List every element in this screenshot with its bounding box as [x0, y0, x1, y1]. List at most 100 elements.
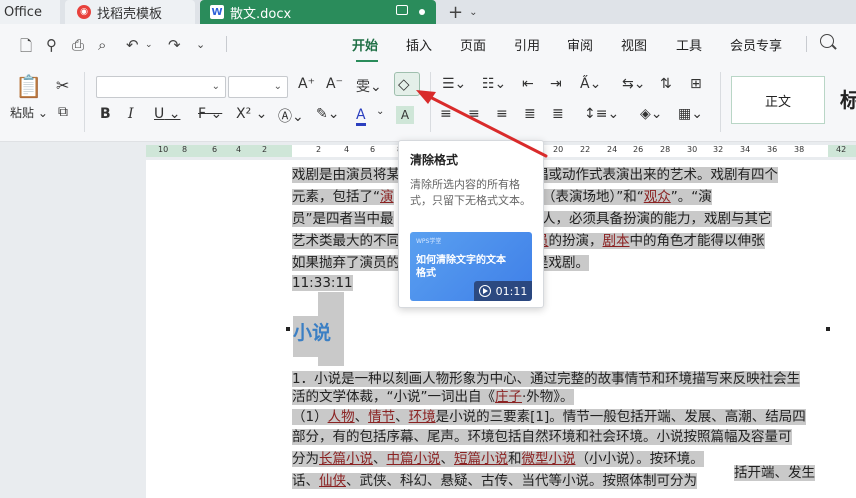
paste-icon[interactable]: 📋 [14, 74, 44, 100]
cut-icon[interactable]: ✂ [56, 76, 69, 95]
menu-insert[interactable]: 插入 [406, 24, 432, 64]
justify-icon[interactable]: ≣ [524, 106, 536, 122]
redo-icon[interactable]: ↷ [168, 36, 181, 54]
doc-para-3[interactable]: 部分，有的包括序幕、尾声。环境包括自然环境和社会环境。小说按照篇幅及容量可 [292, 426, 792, 448]
show-marks-icon[interactable]: ⊞ [690, 76, 702, 92]
ruler-tick-label: 6 [370, 145, 376, 154]
ruler-tick-label: 42 [836, 145, 847, 154]
chevron-down-icon[interactable]: ⌄ [376, 106, 384, 117]
selection-handle[interactable] [826, 327, 830, 331]
text-effect-icon[interactable]: Ⓐ⌄ [278, 106, 304, 126]
text-link: 观众 [643, 189, 671, 205]
doc-para-4[interactable]: 分为长篇小说、中篇小说、短篇小说和微型小说（小小说）。按环境。 [292, 448, 704, 470]
phonetic-guide-icon[interactable]: 雯⌄ [356, 76, 382, 96]
heading-novel[interactable]: 小说 [293, 316, 336, 357]
video-duration-badge: 01:11 [474, 281, 532, 301]
ruler-tick-label: 32 [713, 145, 724, 154]
tutorial-video-thumbnail[interactable]: WPS学堂 如何清除文字的文本格式 01:11 [410, 232, 532, 301]
menu-member[interactable]: 会员专享 [730, 24, 782, 64]
bold-button[interactable]: B [100, 106, 111, 122]
text-run: ”。“演 [670, 189, 712, 205]
ribbon: 📋 粘贴 ⌄ ✂ ⧉ ⌄ ⌄ A⁺ A⁻ 雯⌄ ◇ B I U ⌄ F ⌄ X²… [0, 64, 856, 142]
chevron-down-icon[interactable]: ⌄ [469, 7, 477, 18]
border-icon[interactable]: ▦⌄ [678, 106, 703, 122]
char-shading-icon[interactable]: A [396, 106, 414, 124]
decrease-font-icon[interactable]: A⁻ [326, 76, 343, 92]
align-left-icon[interactable]: ≡ [440, 106, 452, 122]
ruler-tick-label: 6 [212, 145, 218, 154]
decrease-indent-icon[interactable]: ⇤ [522, 76, 534, 92]
menu-view-label: 视图 [621, 38, 648, 54]
doc-para-5[interactable]: 话、仙侠、武侠、科幻、悬疑、古传、当代等小说。按照体制可分为 [292, 470, 697, 492]
link-icon[interactable]: ⚲ [46, 36, 57, 54]
style-normal[interactable]: 正文 [731, 76, 825, 124]
monitor-icon[interactable] [396, 5, 408, 15]
bold-label: B [100, 106, 111, 122]
strikethrough-button[interactable]: F ⌄ [198, 106, 222, 122]
chinese-layout-icon[interactable]: A̋⌄ [580, 76, 601, 92]
new-tab-button[interactable]: + ⌄ [448, 0, 477, 24]
heading-text: 小说 [293, 322, 332, 344]
bullet-list-icon[interactable]: ☰⌄ [442, 76, 466, 92]
increase-font-icon[interactable]: A⁺ [298, 76, 315, 92]
text-run: ·外物》。 [522, 389, 574, 405]
doc-para-2[interactable]: （1）人物、情节、环境是小说的三要素[1]。情节一般包括开端、发展、高潮、结局四 [292, 406, 806, 428]
font-color-icon[interactable]: A [356, 106, 366, 126]
menu-references[interactable]: 引用 [514, 24, 540, 64]
underline-button[interactable]: U ⌄ [154, 106, 180, 122]
tab-template[interactable]: ◉ 找稻壳模板 [65, 0, 195, 24]
font-size-select[interactable]: ⌄ [228, 76, 288, 98]
tab-document[interactable]: W 散文.docx [200, 0, 436, 24]
ruler-tick-label: 36 [767, 145, 778, 154]
ruler-tick-label: 8 [182, 145, 188, 154]
doc-para-1-line-2[interactable]: 活的文学体裁，“小说”一词出自《庄子·外物》。 [292, 386, 574, 408]
paste-button[interactable]: 粘贴 ⌄ [10, 104, 48, 121]
menu-review[interactable]: 审阅 [567, 24, 593, 64]
distributed-icon[interactable]: ≣ [552, 106, 564, 122]
print-preview-icon[interactable]: ⌕ [98, 36, 106, 54]
time-text: 11:33:11 [292, 275, 353, 291]
menu-home[interactable]: 开始 [352, 24, 378, 64]
shading-icon[interactable]: ◈⌄ [640, 106, 663, 122]
text-run: （1） [292, 409, 328, 425]
highlight-icon[interactable]: ✎⌄ [316, 106, 339, 122]
tooltip-description: 清除所选内容的所有格式，只留下无格式文本。 [410, 178, 531, 207]
tooltip-title: 清除格式 [410, 153, 459, 167]
ruler-tick-label: 38 [794, 145, 805, 154]
menu-view[interactable]: 视图 [621, 24, 647, 64]
eraser-icon[interactable]: ◇ [398, 75, 410, 93]
doc-para-5-tail[interactable]: 括开端、发生 [734, 462, 815, 484]
video-title: 如何清除文字的文本格式 [416, 255, 506, 279]
align-center-icon[interactable]: ≡ [468, 106, 480, 122]
play-icon [478, 285, 491, 297]
tab-office[interactable]: Office [0, 0, 60, 24]
text-direction-icon[interactable]: ⇆⌄ [622, 76, 645, 92]
superscript-button[interactable]: X² ⌄ [236, 106, 267, 122]
increase-indent-icon[interactable]: ⇥ [550, 76, 562, 92]
text-run: 戏剧是由演员将某 [292, 167, 400, 183]
ruler-tick-label: 28 [660, 145, 671, 154]
selection-handle[interactable] [286, 327, 290, 331]
italic-button[interactable]: I [128, 106, 134, 122]
print-icon[interactable]: ⎙ [72, 36, 84, 54]
undo-icon[interactable]: ↶ [126, 36, 139, 54]
search-icon[interactable] [820, 34, 834, 48]
style-title[interactable]: 标 [840, 84, 856, 113]
font-family-select[interactable]: ⌄ [96, 76, 226, 98]
text-run: 活的文学体裁，“小说”一词出自《 [292, 389, 495, 405]
line-spacing-icon[interactable]: ↕≡⌄ [584, 106, 619, 122]
sort-icon[interactable]: ⇅ [660, 76, 672, 92]
menu-tools[interactable]: 工具 [676, 24, 702, 64]
doc-time[interactable]: 11:33:11 [292, 272, 353, 294]
copy-icon[interactable]: ⧉ [58, 104, 68, 120]
text-run: （小小说）。按环境。 [575, 451, 704, 467]
menu-page[interactable]: 页面 [460, 24, 486, 64]
video-duration: 01:11 [495, 284, 528, 298]
template-icon: ◉ [77, 5, 91, 19]
numbered-list-icon[interactable]: ☷⌄ [482, 76, 506, 92]
file-icon[interactable]: 🗋 [20, 36, 32, 61]
undo-dropdown-icon[interactable]: ⌄ [145, 40, 153, 50]
italic-label: I [128, 106, 134, 122]
more-chevron-icon[interactable]: ⌄ [196, 38, 205, 51]
align-right-icon[interactable]: ≡ [496, 106, 508, 122]
